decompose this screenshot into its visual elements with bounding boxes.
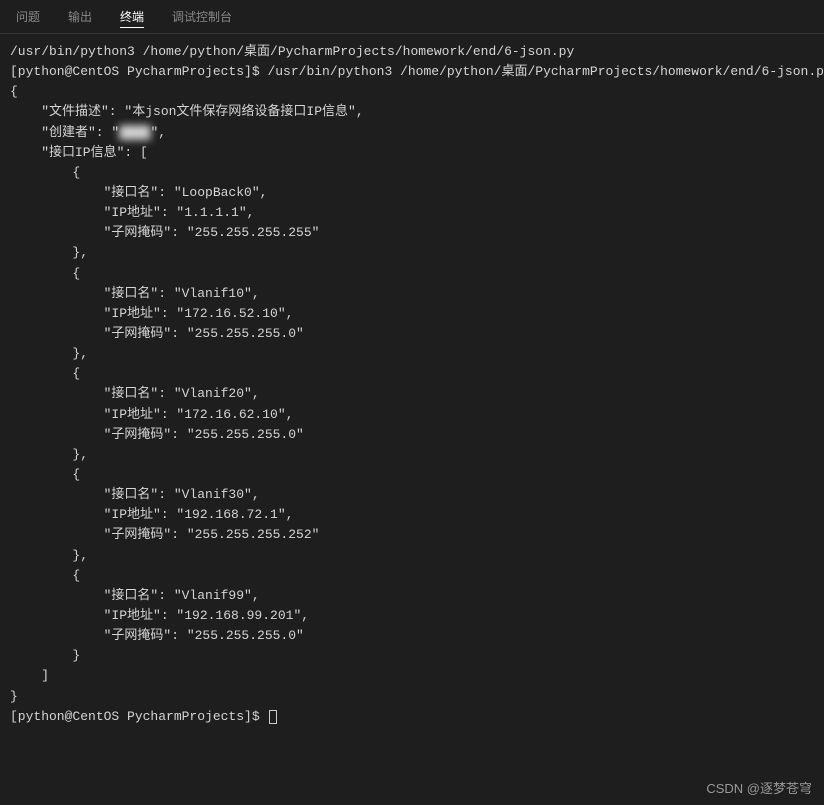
creator-suffix: ", bbox=[150, 125, 166, 140]
json-line: "接口名": "Vlanif99", bbox=[10, 586, 814, 606]
tab-output[interactable]: 输出 bbox=[64, 6, 96, 27]
json-line: "接口名": "LoopBack0", bbox=[10, 183, 814, 203]
json-line: { bbox=[10, 566, 814, 586]
json-line: "IP地址": "172.16.62.10", bbox=[10, 405, 814, 425]
json-line: "子网掩码": "255.255.255.0" bbox=[10, 324, 814, 344]
watermark: CSDN @逐梦苍穹 bbox=[706, 778, 812, 797]
json-line: "接口名": "Vlanif30", bbox=[10, 485, 814, 505]
json-line: "接口IP信息": [ bbox=[10, 143, 814, 163]
json-line: { bbox=[10, 465, 814, 485]
cmd-line: /usr/bin/python3 /home/python/桌面/Pycharm… bbox=[10, 42, 814, 62]
json-line: } bbox=[10, 687, 814, 707]
json-line: { bbox=[10, 264, 814, 284]
json-line: "子网掩码": "255.255.255.0" bbox=[10, 626, 814, 646]
creator-blurred: ████ bbox=[119, 123, 150, 143]
json-line: "接口名": "Vlanif20", bbox=[10, 384, 814, 404]
prompt-line: [python@CentOS PycharmProjects]$ bbox=[10, 707, 814, 727]
json-line: "子网掩码": "255.255.255.252" bbox=[10, 525, 814, 545]
json-line: }, bbox=[10, 445, 814, 465]
json-line: { bbox=[10, 364, 814, 384]
json-line: "接口名": "Vlanif10", bbox=[10, 284, 814, 304]
json-line: "IP地址": "1.1.1.1", bbox=[10, 203, 814, 223]
creator-prefix: "创建者": " bbox=[10, 125, 119, 140]
json-line: "IP地址": "192.168.99.201", bbox=[10, 606, 814, 626]
terminal-output[interactable]: /usr/bin/python3 /home/python/桌面/Pycharm… bbox=[0, 34, 824, 735]
cursor-icon bbox=[269, 710, 277, 724]
json-line: "创建者": "████", bbox=[10, 123, 814, 143]
json-line: }, bbox=[10, 546, 814, 566]
tab-debug[interactable]: 调试控制台 bbox=[168, 6, 236, 27]
tab-problem[interactable]: 问题 bbox=[12, 6, 44, 27]
panel-tabs: 问题 输出 终端 调试控制台 bbox=[0, 0, 824, 34]
prompt-line: [python@CentOS PycharmProjects]$ /usr/bi… bbox=[10, 62, 814, 82]
json-line: "文件描述": "本json文件保存网络设备接口IP信息", bbox=[10, 102, 814, 122]
json-line: { bbox=[10, 82, 814, 102]
prompt-text: [python@CentOS PycharmProjects]$ bbox=[10, 709, 267, 724]
tab-terminal[interactable]: 终端 bbox=[116, 6, 148, 27]
json-line: { bbox=[10, 163, 814, 183]
json-line: "子网掩码": "255.255.255.0" bbox=[10, 425, 814, 445]
json-line: "IP地址": "192.168.72.1", bbox=[10, 505, 814, 525]
json-line: } bbox=[10, 646, 814, 666]
json-line: ] bbox=[10, 666, 814, 686]
json-line: }, bbox=[10, 344, 814, 364]
json-line: "子网掩码": "255.255.255.255" bbox=[10, 223, 814, 243]
json-line: "IP地址": "172.16.52.10", bbox=[10, 304, 814, 324]
json-line: }, bbox=[10, 243, 814, 263]
